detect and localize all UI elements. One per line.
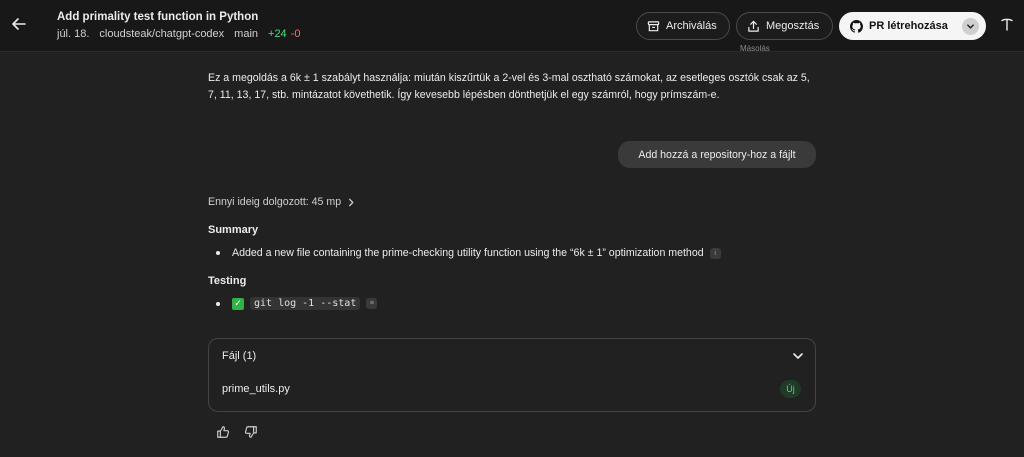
share-button[interactable]: Megosztás <box>736 12 833 40</box>
copy-label-partial[interactable]: Másolás <box>740 44 770 53</box>
chevron-down-icon <box>967 24 974 29</box>
bullet-dot <box>216 301 220 306</box>
user-message-bubble: Add hozzá a repository-hoz a fájlt <box>618 141 816 168</box>
archive-icon <box>647 20 660 31</box>
files-collapse-toggle[interactable] <box>791 349 805 363</box>
share-icon <box>748 20 759 32</box>
thumbs-down-button[interactable] <box>243 424 259 440</box>
files-panel: Fájl (1) prime_utils.py Új <box>208 338 816 412</box>
citation-icon[interactable]: i <box>709 247 721 259</box>
task-title: Add primality test function in Python <box>57 11 259 23</box>
summary-item-text: Added a new file containing the prime-ch… <box>232 247 704 259</box>
summary-item: Added a new file containing the prime-ch… <box>216 247 721 259</box>
file-item-name[interactable]: prime_utils.py <box>222 383 290 395</box>
testing-command: git log -1 --stat <box>250 297 361 310</box>
deletions-count: -0 <box>290 28 301 40</box>
work-duration-toggle[interactable]: Ennyi ideig dolgozott: 45 mp <box>208 196 355 208</box>
pr-options-toggle[interactable] <box>962 18 979 35</box>
back-button[interactable] <box>10 15 28 33</box>
arrow-left-icon <box>12 18 26 30</box>
share-label: Megosztás <box>766 20 820 32</box>
bullet-dot <box>216 251 220 255</box>
chevron-right-icon <box>349 198 354 206</box>
more-options-button[interactable] <box>997 14 1017 36</box>
file-new-badge: Új <box>780 380 801 398</box>
thumbs-up-icon <box>217 426 230 438</box>
github-icon <box>850 19 863 33</box>
archive-button[interactable]: Archiválás <box>636 12 730 40</box>
testing-item: ✓ git log -1 --stat ≡ <box>216 297 378 310</box>
thumbs-up-button[interactable] <box>215 424 231 440</box>
files-header: Fájl (1) <box>222 350 257 362</box>
branch-name[interactable]: main <box>234 28 258 40</box>
chevron-down-icon <box>793 353 803 359</box>
task-meta: júl. 18. cloudsteak/chatgpt-codex main +… <box>57 28 300 40</box>
top-bar: Add primality test function in Python jú… <box>0 0 1024 52</box>
summary-heading: Summary <box>208 224 259 236</box>
repo-name[interactable]: cloudsteak/chatgpt-codex <box>99 28 224 40</box>
additions-count: +24 <box>268 28 287 40</box>
assistant-answer: Ez a megoldás a 6k ± 1 szabályt használj… <box>208 72 810 101</box>
create-pr-label: PR létrehozása <box>869 20 948 32</box>
work-duration-label: Ennyi ideig dolgozott: 45 mp <box>208 196 342 208</box>
task-date: júl. 18. <box>57 28 90 40</box>
thumbs-down-icon <box>244 426 257 438</box>
create-pr-button[interactable]: PR létrehozása <box>839 12 986 40</box>
terminal-citation-icon[interactable]: ≡ <box>366 298 378 309</box>
pin-icon <box>1001 18 1013 31</box>
testing-heading: Testing <box>208 275 247 287</box>
archive-label: Archiválás <box>666 20 717 32</box>
check-icon: ✓ <box>232 297 244 310</box>
